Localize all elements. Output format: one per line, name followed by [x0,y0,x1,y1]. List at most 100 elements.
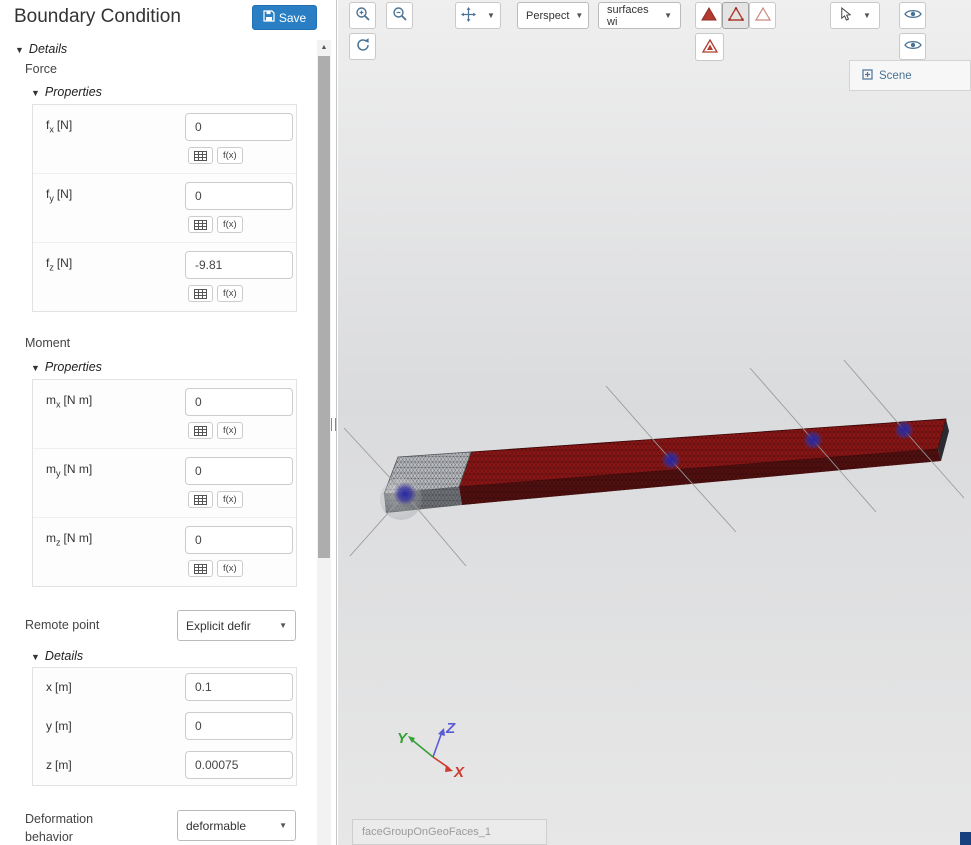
force-fz-label: fz [N] [46,256,73,273]
coord-z-row: z [m] [33,746,296,785]
formula-button[interactable]: f(x) [217,147,243,164]
force-fx-input[interactable] [185,113,293,141]
scene-canvas[interactable]: Z Y X [338,0,971,845]
moment-properties-label: Properties [44,360,102,374]
moment-my-input[interactable] [185,457,293,485]
caret-down-icon: ▼ [863,11,871,20]
eye-icon [903,8,922,23]
render-mode-value: surfaces wi [607,3,649,28]
caret-down-icon: ▼ [575,11,584,20]
moment-mz-input[interactable] [185,526,293,554]
mesh-quality-button[interactable] [695,33,724,61]
remote-point-select[interactable]: Explicit defir ▼ [177,610,296,641]
table-button[interactable] [188,216,213,233]
moment-mz-row: mz[N m] f(x) [33,518,296,586]
axis-x-label: X [453,764,465,781]
caret-down-icon: ▼ [487,11,495,20]
formula-button[interactable]: f(x) [217,422,243,439]
force-properties-toggle[interactable]: ▼ Properties [31,85,102,99]
face-group-assignment[interactable]: faceGroupOnGeoFaces_1 [352,819,547,845]
corner-marker [960,832,971,845]
mesh-red-outline-button[interactable] [722,2,749,29]
scene-tree-header[interactable]: Scene [849,60,971,91]
save-button[interactable]: Save [252,5,317,30]
formula-button[interactable]: f(x) [217,560,243,577]
force-fz-input[interactable] [185,251,293,279]
table-button[interactable] [188,422,213,439]
pan-icon [461,6,477,25]
eye-icon [903,39,922,54]
zoom-in-icon [355,6,371,25]
viewport-3d[interactable]: Z Y X ▼ Perspect ▼ surfaces wi ▼ ▼ Scene… [338,0,971,845]
force-group-label: Force [25,62,57,76]
coord-y-label: y [m] [46,719,72,733]
table-button[interactable] [188,560,213,577]
scrollbar-thumb[interactable] [318,56,330,558]
pan-tool-dropdown[interactable]: ▼ [455,2,501,29]
coord-z-input[interactable] [185,751,293,779]
collapse-triangle-icon: ▼ [15,45,24,55]
formula-button[interactable]: f(x) [217,285,243,302]
coord-x-input[interactable] [185,673,293,701]
refresh-icon [355,37,371,56]
scene-add-icon [862,68,873,83]
coord-x-label: x [m] [46,680,72,694]
render-mode-select[interactable]: surfaces wi ▼ [598,2,681,29]
deformation-behavior-value: deformable [186,818,247,833]
coord-x-row: x [m] [33,668,296,707]
projection-select[interactable]: Perspect ▼ [517,2,589,29]
table-button[interactable] [188,285,213,302]
page-title: Boundary Condition [14,6,181,27]
collapse-triangle-icon: ▼ [31,88,40,98]
zoom-out-button[interactable] [386,2,413,29]
mesh-red-outline-icon [727,6,744,24]
force-fx-row: fx[N] f(x) [33,105,296,174]
moment-mx-input[interactable] [185,388,293,416]
axes-triad: Z Y X [397,720,465,781]
moment-my-row: my[N m] f(x) [33,449,296,518]
moment-group-label: Moment [25,336,71,350]
moment-fields-box: mx[N m] f(x) my[N m] f(x) mz[N m] [32,379,297,587]
caret-down-icon: ▼ [279,821,287,830]
zoom-in-button[interactable] [349,2,376,29]
moment-mx-row: mx[N m] f(x) [33,380,296,449]
save-button-label: Save [278,10,307,25]
remote-point-label: Remote point [25,618,100,632]
caret-down-icon: ▼ [664,11,672,20]
moment-properties-toggle[interactable]: ▼ Properties [31,360,102,374]
force-properties-label: Properties [44,85,102,99]
coord-y-input[interactable] [185,712,293,740]
remote-point-value: Explicit defir [186,618,251,633]
remote-details-toggle[interactable]: ▼ Details [31,649,83,663]
visibility-secondary-button[interactable] [899,33,926,60]
table-button[interactable] [188,491,213,508]
formula-button[interactable]: f(x) [217,491,243,508]
save-icon [263,10,275,25]
axis-z-label: Z [445,720,456,737]
panel-resize-handle[interactable] [331,418,336,431]
force-fy-input[interactable] [185,182,293,210]
panel-scrollbar[interactable]: ▲ [317,40,331,845]
mesh-outline-button[interactable] [749,2,776,29]
boundary-condition-panel: Boundary Condition Save ▼ Details Force ▼… [0,0,337,845]
force-fy-label: fy [N] [46,187,73,204]
projection-value: Perspect [526,9,570,22]
table-button[interactable] [188,147,213,164]
visibility-button[interactable] [899,2,926,29]
formula-button[interactable]: f(x) [217,216,243,233]
details-section-label: Details [28,42,68,56]
force-fields-box: fx[N] f(x) fy[N] f(x) fz[N] [32,104,297,312]
scene-tree-label: Scene [879,69,912,82]
mesh-quality-icon [701,38,718,56]
details-section-toggle[interactable]: ▼ Details [15,42,67,56]
remote-details-label: Details [44,649,84,663]
axis-y-label: Y [397,730,409,747]
deformation-behavior-select[interactable]: deformable ▼ [177,810,296,841]
cursor-tool-dropdown[interactable]: ▼ [830,2,880,29]
coord-y-row: y [m] [33,707,296,746]
mesh-red-filled-button[interactable] [695,2,722,29]
force-fz-row: fz[N] f(x) [33,243,296,311]
mesh-red-filled-icon [700,7,717,24]
refresh-view-button[interactable] [349,33,376,60]
scroll-up-icon[interactable]: ▲ [317,40,331,54]
